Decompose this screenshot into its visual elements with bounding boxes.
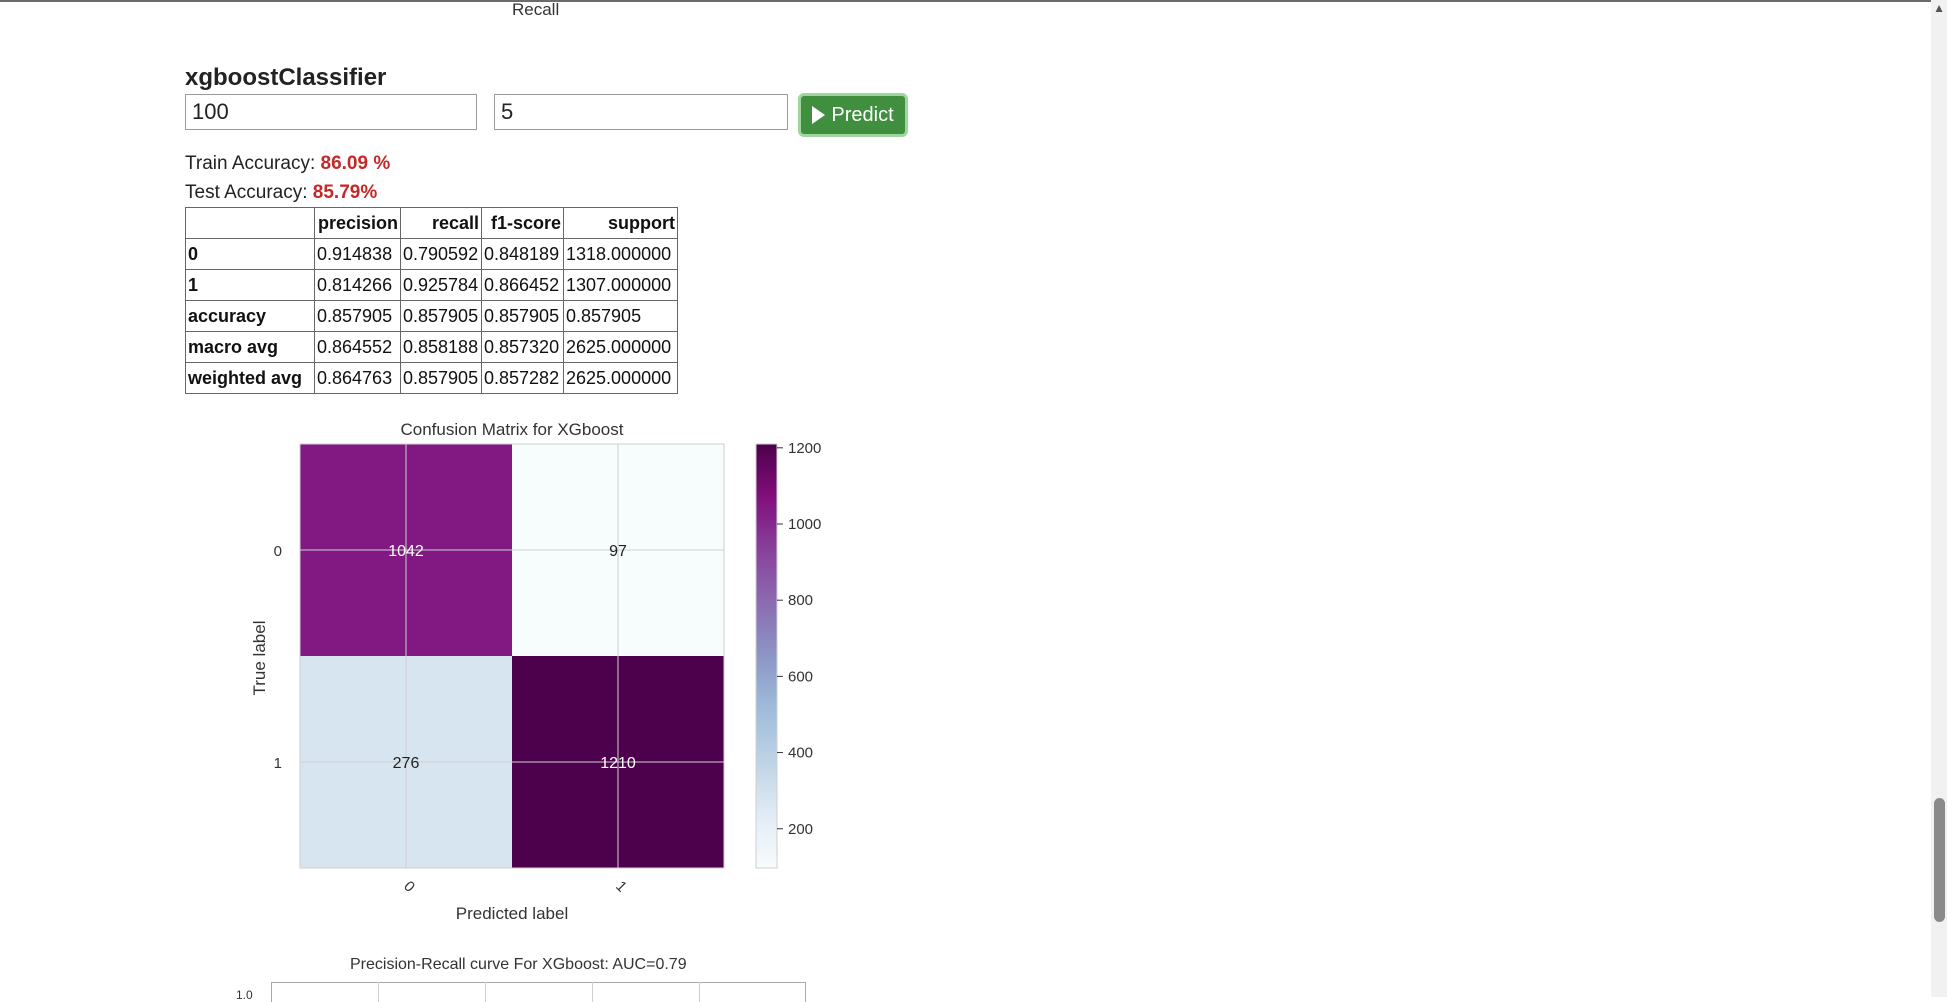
chart-title: Confusion Matrix for XGboost (401, 420, 624, 439)
cell-value-label: 97 (609, 543, 627, 560)
colorbar-tick-label: 200 (788, 821, 813, 838)
x-tick-label: 1 (612, 878, 630, 896)
y-tick-label: 1 (274, 755, 282, 772)
scroll-up-icon[interactable]: ▲ (1933, 2, 1945, 14)
cell-value-label: 1042 (388, 543, 424, 560)
colorbar-tick-label: 1000 (788, 516, 821, 533)
colorbar-tick-label: 800 (788, 592, 813, 609)
next-chart-title: Precision-Recall curve For XGboost: AUC=… (350, 956, 687, 973)
confusion-matrix-chart: Confusion Matrix for XGboost Predicted l… (250, 420, 821, 923)
vertical-scrollbar[interactable]: ▲ (1931, 0, 1947, 997)
colorbar (755, 443, 778, 869)
colorbar-tick-label: 400 (788, 745, 813, 762)
y-axis-label: True label (250, 621, 269, 696)
cell-value-label: 1210 (600, 755, 636, 772)
cell-value-label: 276 (393, 755, 420, 772)
colorbar-tick-label: 600 (788, 668, 813, 685)
next-chart-gridline (592, 982, 593, 1002)
scrollbar-thumb[interactable] (1934, 798, 1945, 922)
y-tick-label: 0 (274, 543, 282, 560)
x-tick-label: 0 (400, 878, 418, 896)
next-chart-plot-area (271, 982, 806, 1002)
x-axis-label: Predicted label (456, 904, 568, 923)
next-chart-y-tick: 1.0 (236, 988, 253, 1002)
next-chart-gridline (699, 982, 700, 1002)
colorbar-tick-label: 1200 (788, 440, 821, 457)
next-chart-gridline (378, 982, 379, 1002)
next-chart-gridline (485, 982, 486, 1002)
